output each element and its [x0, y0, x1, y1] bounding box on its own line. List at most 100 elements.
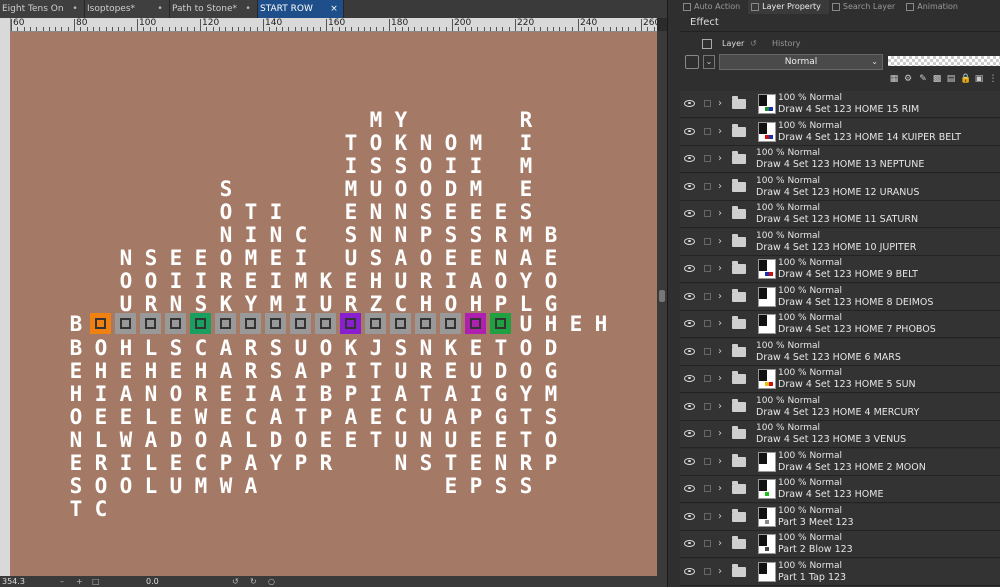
clip-icon[interactable]: ▦ — [889, 74, 899, 84]
tab-layer[interactable]: Layer — [722, 36, 744, 52]
layer-lock-checkbox[interactable] — [704, 320, 711, 327]
layer-lock-checkbox[interactable] — [704, 210, 711, 217]
zoom-out-icon[interactable]: – — [60, 576, 64, 587]
layer-lock-checkbox[interactable] — [704, 100, 711, 107]
layer-lock-checkbox[interactable] — [704, 457, 711, 465]
eye-icon[interactable] — [684, 182, 695, 190]
chevron-right-icon[interactable]: › — [718, 510, 722, 524]
eye-icon[interactable] — [684, 292, 695, 300]
chevron-down-icon[interactable]: ⌄ — [703, 55, 715, 69]
chevron-right-icon[interactable]: › — [718, 125, 722, 139]
layer-lock-checkbox[interactable] — [704, 430, 711, 437]
mask-icon[interactable]: ▩ — [932, 74, 942, 84]
zoom-in-icon[interactable]: + — [76, 576, 83, 587]
eye-icon[interactable] — [684, 155, 695, 162]
layer-row[interactable]: › 100 % Normal Draw 4 Set 123 HOME 2 MOON — [680, 448, 1000, 476]
layer-lock-checkbox[interactable] — [704, 265, 711, 272]
layer-lock-checkbox[interactable] — [704, 567, 711, 575]
more-icon[interactable]: ⋮ — [988, 74, 998, 84]
dot-icon[interactable]: • — [243, 4, 253, 14]
lock-icon[interactable]: 🔒 — [960, 74, 971, 84]
layer-row[interactable]: › 100 % Normal Draw 4 Set 123 HOME 8 DEIMO… — [680, 283, 1000, 311]
layer-row[interactable]: › 100 % Normal Part 2 Blow 123 — [680, 531, 1000, 558]
doc-tab[interactable]: Isoptopes* • — [85, 0, 170, 18]
fit-icon[interactable]: □ — [92, 576, 100, 587]
eye-icon[interactable] — [684, 347, 695, 355]
dot-icon[interactable]: • — [70, 4, 80, 14]
draft-icon[interactable]: ✎ — [918, 74, 928, 84]
layer-row[interactable]: › 100 % Normal Draw 4 Set 123 HOME 7 PHOBO… — [680, 311, 1000, 338]
palette-icon[interactable]: ▣ — [974, 74, 984, 84]
reference-icon[interactable]: ⚙ — [903, 74, 913, 84]
layer-lock-checkbox[interactable] — [704, 127, 711, 135]
layer-lock-checkbox[interactable] — [704, 182, 711, 190]
eye-icon[interactable] — [684, 512, 695, 520]
panel-tab[interactable]: Search Layer — [829, 0, 903, 14]
layer-lock-checkbox[interactable] — [704, 540, 711, 547]
eye-icon[interactable] — [684, 127, 695, 135]
layer-lock-checkbox[interactable] — [704, 402, 711, 410]
close-icon[interactable]: × — [329, 4, 339, 14]
eye-icon[interactable] — [684, 402, 695, 410]
eye-icon[interactable] — [684, 567, 695, 575]
layer-color-swatch[interactable] — [685, 55, 699, 69]
layer-row[interactable]: › 100 % Normal Part 3 Meet 123 — [680, 503, 1000, 531]
chevron-right-icon[interactable]: › — [718, 400, 722, 414]
chevron-right-icon[interactable]: › — [718, 180, 722, 194]
eye-icon[interactable] — [684, 320, 695, 327]
chevron-right-icon[interactable]: › — [718, 262, 722, 276]
zoom-value[interactable]: 354.3 — [2, 576, 25, 587]
tab-history[interactable]: History — [772, 36, 800, 52]
chevron-right-icon[interactable]: › — [718, 427, 722, 441]
drawing-canvas[interactable]: BEHONESTOHIELROCNOUHEAEWIOSORLHNLALLEINS… — [10, 32, 657, 576]
chevron-right-icon[interactable]: › — [718, 152, 722, 166]
layer-lock-checkbox[interactable] — [704, 347, 711, 355]
chevron-right-icon[interactable]: › — [718, 537, 722, 551]
layer-row[interactable]: › 100 % Normal Draw 4 Set 123 HOME 4 MERCU… — [680, 393, 1000, 421]
eye-icon[interactable] — [684, 540, 695, 547]
eye-icon[interactable] — [684, 430, 695, 437]
reset-rotation-icon[interactable]: ○ — [268, 576, 275, 587]
panel-tab[interactable]: Layer Property — [748, 0, 829, 14]
opacity-slider[interactable] — [888, 56, 1000, 66]
chevron-right-icon[interactable]: › — [718, 290, 722, 304]
dot-icon[interactable]: • — [155, 4, 165, 14]
chevron-right-icon[interactable]: › — [718, 482, 722, 496]
layer-row[interactable]: › 100 % Normal Draw 4 Set 123 HOME 5 SUN — [680, 366, 1000, 393]
layer-lock-checkbox[interactable] — [704, 375, 711, 382]
layer-row[interactable]: › 100 % Normal Draw 4 Set 123 HOME 9 BELT — [680, 256, 1000, 283]
chevron-right-icon[interactable]: › — [718, 207, 722, 221]
eye-icon[interactable] — [684, 457, 695, 465]
chevron-right-icon[interactable]: › — [718, 345, 722, 359]
blend-mode-select[interactable]: Normal ⌄ — [719, 54, 883, 70]
layer-row[interactable]: › 100 % Normal Draw 4 Set 123 HOME 3 VENUS — [680, 421, 1000, 448]
doc-tab[interactable]: Path to Stone* • — [170, 0, 258, 18]
eye-icon[interactable] — [684, 100, 695, 107]
layer-lock-checkbox[interactable] — [704, 512, 711, 520]
rotate-right-icon[interactable]: ↻ — [250, 576, 257, 587]
eye-icon[interactable] — [684, 210, 695, 217]
chevron-right-icon[interactable]: › — [718, 235, 722, 249]
layer-row[interactable]: › 100 % Normal Draw 4 Set 123 HOME 12 URAN… — [680, 173, 1000, 201]
eye-icon[interactable] — [684, 375, 695, 382]
chevron-right-icon[interactable]: › — [718, 565, 722, 579]
layer-row[interactable]: › 100 % Normal Draw 4 Set 123 HOME 6 MARS — [680, 338, 1000, 366]
layer-lock-checkbox[interactable] — [704, 485, 711, 492]
panel-tab[interactable]: Auto Action — [680, 0, 748, 14]
eye-icon[interactable] — [684, 237, 695, 245]
doc-tab[interactable]: Eight Tens One • — [0, 0, 85, 18]
doc-tab[interactable]: START ROW × — [258, 0, 344, 18]
eye-icon[interactable] — [684, 485, 695, 492]
angle-value[interactable]: 0.0 — [146, 576, 159, 587]
chevron-right-icon[interactable]: › — [718, 317, 722, 331]
layer-row[interactable]: › 100 % Normal Draw 4 Set 123 HOME 13 NEPT… — [680, 146, 1000, 173]
scrollbar-thumb[interactable] — [659, 290, 665, 302]
layer-lock-checkbox[interactable] — [704, 155, 711, 162]
layer-row[interactable]: › 100 % Normal Part 1 Tap 123 — [680, 558, 1000, 586]
panel-tab[interactable]: Animation — [903, 0, 966, 14]
layer-row[interactable]: › 100 % Normal Draw 4 Set 123 HOME — [680, 476, 1000, 503]
layer-row[interactable]: › 100 % Normal Draw 4 Set 123 HOME 15 RIM — [680, 91, 1000, 118]
eye-icon[interactable] — [684, 265, 695, 272]
chevron-right-icon[interactable]: › — [718, 372, 722, 386]
layer-row[interactable]: › 100 % Normal Draw 4 Set 123 HOME 11 SATU… — [680, 201, 1000, 228]
